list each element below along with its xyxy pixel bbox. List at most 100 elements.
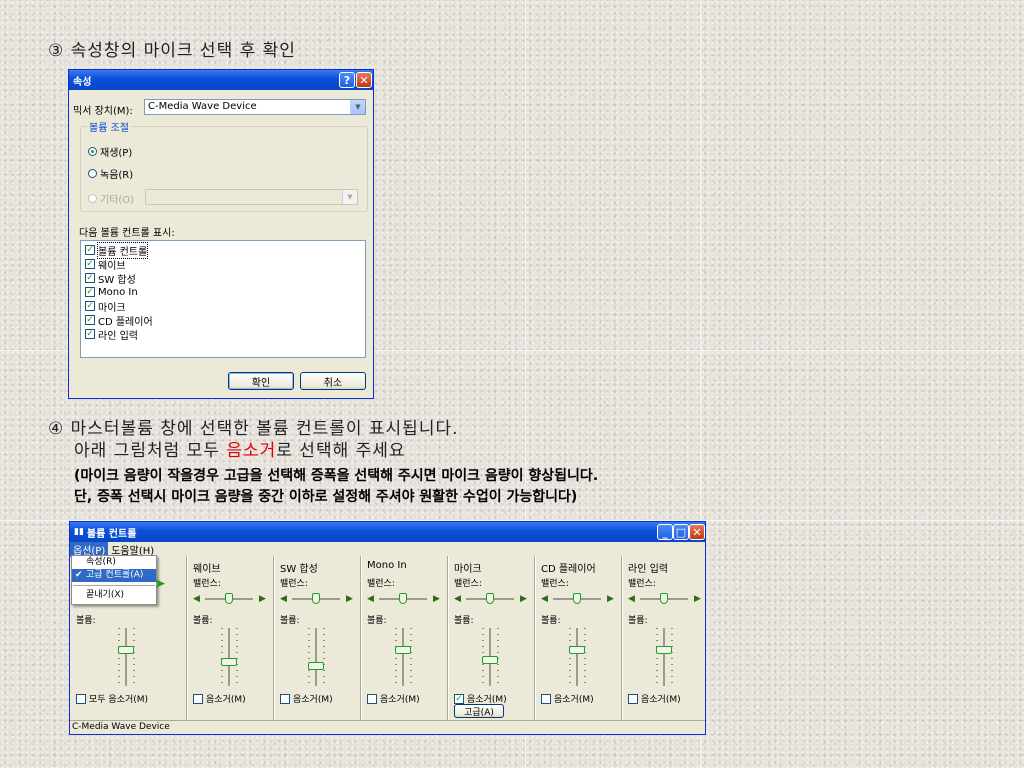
speaker-left-icon: ◀ xyxy=(367,594,374,604)
speaker-left-icon: ◀ xyxy=(280,594,287,604)
speaker-right-icon: ▶ xyxy=(259,594,266,604)
properties-dialog: 속성 ? ✕ 믹서 장치(M): C-Media Wave Device ▼ 볼… xyxy=(68,69,374,399)
controls-list[interactable]: ✓ 볼륨 컨트롤 ✓ 웨이브 ✓ SW 합성 ✓ Mono In ✓ 마이크 ✓ CD 플레이어 ✓ 라인… xyxy=(80,240,366,358)
show-controls-label: 다음 볼륨 컨트롤 표시: xyxy=(79,228,175,239)
advanced-button[interactable]: 고급(A) xyxy=(454,704,504,718)
menu-item-advanced[interactable]: ✔ 고급 컨트롤(A) xyxy=(72,569,156,582)
ok-button[interactable]: 확인 xyxy=(228,372,294,390)
checkbox-checked-icon[interactable]: ✓ xyxy=(85,287,95,297)
radio-off-icon xyxy=(88,169,97,178)
volume-slider[interactable] xyxy=(304,628,328,686)
column-title: 라인 입력 xyxy=(628,564,668,575)
control-list-item[interactable]: ✓ CD 플레이어 xyxy=(81,313,365,328)
mute-checkbox[interactable]: 음소거(M) xyxy=(367,692,420,705)
balance-label: 밸런스: xyxy=(541,579,569,589)
menu-item-advanced-label: 고급 컨트롤(A) xyxy=(86,570,144,580)
master-mute-label: 모두 음소거(M) xyxy=(89,695,149,705)
mixer-column: SW 합성 밸런스: ◀ ▶ 볼륨: 음소거(M) xyxy=(273,556,361,720)
cancel-button[interactable]: 취소 xyxy=(300,372,366,390)
radio-recording[interactable]: 녹음(R) xyxy=(88,166,133,181)
control-list-item-label: 웨이브 xyxy=(98,260,126,272)
mute-label: 음소거(M) xyxy=(554,695,594,705)
step4-note: (마이크 음량이 작을경우 고급을 선택해 증폭을 선택해 주시면 마이크 음량… xyxy=(74,466,598,508)
volume-titlebar: ▮▮ 볼륨 컨트롤 _ □ ✕ xyxy=(70,522,705,542)
balance-slider[interactable]: ◀ ▶ xyxy=(280,592,354,606)
close-icon[interactable]: ✕ xyxy=(689,524,705,540)
step3-heading: ③ 속성창의 마이크 선택 후 확인 xyxy=(48,41,296,61)
column-title: Mono In xyxy=(367,560,407,571)
volume-slider[interactable] xyxy=(217,628,241,686)
control-list-item[interactable]: ✓ SW 합성 xyxy=(81,271,365,286)
mute-label: 음소거(M) xyxy=(641,695,681,705)
mixer-value: C-Media Wave Device xyxy=(148,101,257,112)
checkbox-icon xyxy=(541,693,551,704)
control-list-item-label: 라인 입력 xyxy=(98,330,138,342)
column-title: 마이크 xyxy=(454,564,482,575)
maximize-icon[interactable]: □ xyxy=(673,524,689,540)
balance-slider[interactable]: ◀ ▶ xyxy=(541,592,615,606)
balance-label: 밸런스: xyxy=(193,579,221,589)
step4-note2: 단, 증폭 선택시 마이크 음량을 중간 이하로 설정해 주셔야 원활한 수업이… xyxy=(74,489,578,505)
help-button[interactable]: ? xyxy=(339,72,355,88)
column-title: SW 합성 xyxy=(280,564,318,575)
radio-other-label: 기타(O) xyxy=(100,195,135,206)
volume-slider[interactable] xyxy=(565,628,589,686)
radio-other: 기타(O) xyxy=(88,191,134,206)
minimize-icon[interactable]: _ xyxy=(657,524,673,540)
control-list-item[interactable]: ✓ 웨이브 xyxy=(81,257,365,272)
speaker-right-icon: ▶ xyxy=(694,594,701,604)
mute-label: 음소거(M) xyxy=(206,695,246,705)
volume-app-icon: ▮▮ xyxy=(74,527,84,537)
balance-slider[interactable]: ◀ ▶ xyxy=(454,592,528,606)
balance-label: 밸런스: xyxy=(367,579,395,589)
checkbox-checked-icon[interactable]: ✓ xyxy=(85,315,95,325)
mixer-column: 마이크 밸런스: ◀ ▶ 볼륨: ✓ 음소거(M) 고급(A) xyxy=(447,556,535,720)
checkbox-checked-icon[interactable]: ✓ xyxy=(85,259,95,269)
balance-slider[interactable]: ◀ ▶ xyxy=(367,592,441,606)
control-list-item[interactable]: ✓ Mono In xyxy=(81,285,365,299)
menu-item-properties[interactable]: 속성(R) xyxy=(72,556,156,569)
properties-title: 속성 xyxy=(73,76,92,88)
step4-line2-a: 아래 그림처럼 모두 xyxy=(74,441,227,461)
balance-slider[interactable]: ◀ ▶ xyxy=(628,592,702,606)
mute-checkbox[interactable]: 음소거(M) xyxy=(541,692,594,705)
volume-slider[interactable] xyxy=(652,628,676,686)
volume-slider[interactable] xyxy=(391,628,415,686)
checkbox-checked-icon[interactable]: ✓ xyxy=(85,329,95,339)
control-list-item[interactable]: ✓ 라인 입력 xyxy=(81,327,365,342)
speaker-right-icon: ▶ xyxy=(607,594,614,604)
speaker-left-icon: ◀ xyxy=(628,594,635,604)
properties-titlebar: 속성 ? ✕ xyxy=(69,70,373,90)
speaker-left-icon: ◀ xyxy=(193,594,200,604)
mute-label: 음소거(M) xyxy=(293,695,333,705)
mixer-select[interactable]: C-Media Wave Device ▼ xyxy=(144,99,366,115)
volume-slider[interactable] xyxy=(478,628,502,686)
checkbox-checked-icon[interactable]: ✓ xyxy=(85,245,95,255)
chevron-down-icon[interactable]: ▼ xyxy=(350,100,365,114)
check-icon: ✔ xyxy=(75,570,83,580)
step4-line1: ④ 마스터볼륨 창에 선택한 볼륨 컨트롤이 표시됩니다. xyxy=(48,419,459,439)
volume-label: 볼륨: xyxy=(193,616,213,626)
control-list-item[interactable]: ✓ 마이크 xyxy=(81,299,365,314)
master-mute-checkbox[interactable]: 모두 음소거(M) xyxy=(76,692,148,705)
control-list-item[interactable]: ✓ 볼륨 컨트롤 xyxy=(81,241,365,259)
radio-playback[interactable]: 재생(P) xyxy=(88,144,132,159)
mute-checkbox[interactable]: 음소거(M) xyxy=(193,692,246,705)
mute-checkbox[interactable]: 음소거(M) xyxy=(628,692,681,705)
volume-label: 볼륨: xyxy=(541,616,561,626)
menu-separator xyxy=(73,585,155,586)
menu-item-exit[interactable]: 끝내기(X) xyxy=(72,589,156,602)
checkbox-checked-icon[interactable]: ✓ xyxy=(85,301,95,311)
speaker-right-icon: ▶ xyxy=(346,594,353,604)
close-button[interactable]: ✕ xyxy=(356,72,372,88)
column-title: 웨이브 xyxy=(193,564,221,575)
mute-label: 음소거(M) xyxy=(380,695,420,705)
checkbox-checked-icon[interactable]: ✓ xyxy=(85,273,95,283)
balance-slider[interactable]: ◀ ▶ xyxy=(193,592,267,606)
mixer-column: Mono In 밸런스: ◀ ▶ 볼륨: 음소거(M) xyxy=(360,556,448,720)
master-volume-slider[interactable] xyxy=(114,628,138,686)
master-volume-label: 볼륨: xyxy=(76,616,96,626)
speaker-right-icon: ▶ xyxy=(433,594,440,604)
mute-checkbox[interactable]: 음소거(M) xyxy=(280,692,333,705)
balance-label: 밸런스: xyxy=(454,579,482,589)
